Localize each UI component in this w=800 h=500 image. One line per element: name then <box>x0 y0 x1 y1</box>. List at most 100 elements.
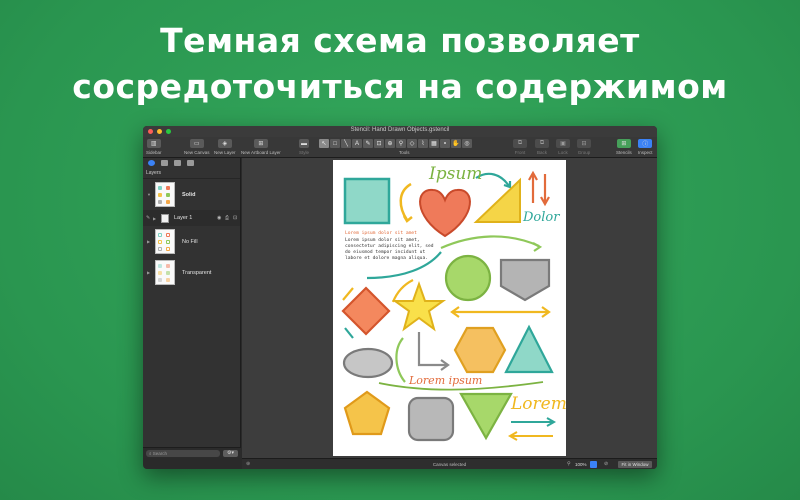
new-layer-button[interactable]: ◈ New Layer <box>214 139 236 155</box>
front-button[interactable]: ⧉ Front <box>513 139 527 155</box>
green-down-triangle-shape <box>459 392 513 441</box>
headline-line-2: сосредоточиться на содержимом <box>72 67 728 106</box>
app-window: Stencil: Hand Drawn Objects.gstencil ▥ S… <box>143 126 657 469</box>
canvas-thumbnail <box>155 229 175 254</box>
back-label: Back <box>536 150 547 155</box>
sidebar-toggle[interactable]: ▥ Sidebar <box>146 139 162 155</box>
style-brush-tool-icon[interactable]: ▦ <box>429 139 439 148</box>
zoom-icon: ⚲ <box>567 461 571 467</box>
title-bar: Stencil: Hand Drawn Objects.gstencil <box>143 126 657 137</box>
send-back-icon: ⧉ <box>535 139 549 148</box>
print-icon[interactable]: ⎙ <box>225 215 229 221</box>
canvas-area[interactable]: Ipsum Dolor Lorem ipsum dolor sit amet L… <box>242 158 657 458</box>
layer-row-layer-1[interactable]: ✎ ▶ Layer 1 ◉ ⎙ ⊡ <box>143 210 240 226</box>
grey-ellipse-shape <box>342 347 394 379</box>
line-tool-icon[interactable]: ╲ <box>341 139 351 148</box>
orange-diamond-shape <box>341 286 391 336</box>
browse-tool-icon[interactable]: ◎ <box>462 139 472 148</box>
add-action-button[interactable]: ⚙▾ <box>223 450 238 457</box>
rubber-stamp-tool-icon[interactable]: ⚲ <box>396 139 406 148</box>
list-tab-icon[interactable] <box>174 160 181 166</box>
magnet-tool-icon[interactable]: ⊕ <box>385 139 395 148</box>
shape-tool-icon[interactable]: □ <box>330 139 340 148</box>
headline: Темная схема позволяет сосредоточиться н… <box>0 18 800 110</box>
new-canvas-label: New Canvas <box>184 150 210 155</box>
bring-front-icon: ⧉ <box>513 139 527 148</box>
arrow-head <box>402 215 413 223</box>
text-tool-icon[interactable]: A <box>352 139 362 148</box>
toolbar: ▥ Sidebar ▭ New Canvas ◈ New Layer ⊞ New… <box>143 137 657 158</box>
inspect-button[interactable]: ⓘ Inspect <box>638 139 653 155</box>
yellow-pentagon-shape <box>343 390 391 436</box>
brush-tool-icon[interactable]: ⌇ <box>418 139 428 148</box>
sidebar-icon: ▥ <box>146 139 161 148</box>
lock-button[interactable]: ▣ Lock <box>556 139 570 155</box>
diagram-tool-icon[interactable]: ⊡ <box>374 139 384 148</box>
stencils-button[interactable]: ⊞ Stencils <box>616 139 632 155</box>
disclosure-triangle-icon[interactable]: ▶ <box>147 239 150 244</box>
search-icon: ⌕ <box>149 451 152 456</box>
green-curved-arrow <box>440 235 540 250</box>
sidebar: Layers ▼ Solid ✎ ▶ Layer 1 ◉ ⎙ ⊡ ▶ No Fi… <box>143 158 241 458</box>
status-bar: ⊕ Canvas selected ⚲ 100% ⊘ Fit in Window <box>242 458 657 469</box>
new-artboard-layer-icon: ⊞ <box>253 139 268 148</box>
headline-line-1: Темная схема позволяет <box>160 21 640 60</box>
front-label: Front <box>514 150 526 155</box>
zoom-level[interactable]: 100% <box>575 462 587 467</box>
visibility-eye-icon[interactable]: ◉ <box>217 215 221 221</box>
lorem-handwritten-label: Lorem <box>511 394 567 414</box>
canvases-tab-icon[interactable] <box>148 160 155 166</box>
outline-tab-icon[interactable] <box>161 160 168 166</box>
layer-name: No Fill <box>182 238 198 245</box>
zoom-stepper[interactable] <box>590 461 597 468</box>
search-field[interactable]: ⌕ Search <box>146 450 220 457</box>
teal-triangle-shape <box>504 324 554 374</box>
stencils-label: Stencils <box>616 150 632 155</box>
window-title: Stencil: Hand Drawn Objects.gstencil <box>350 127 450 133</box>
search-placeholder: Search <box>152 451 168 456</box>
canvas-thumbnail <box>155 182 175 207</box>
green-circle-shape <box>444 254 492 302</box>
disclosure-triangle-icon[interactable]: ▼ <box>147 192 151 197</box>
canvas-page[interactable]: Ipsum Dolor Lorem ipsum dolor sit amet L… <box>333 160 567 456</box>
green-curved-arrow <box>395 337 406 383</box>
disclosure-triangle-icon[interactable]: ▶ <box>147 270 150 275</box>
new-canvas-icon: ▭ <box>189 139 204 148</box>
yellow-arrow <box>342 287 354 301</box>
point-editor-tool-icon[interactable]: ◇ <box>407 139 417 148</box>
new-layer-label: New Layer <box>214 150 236 155</box>
info-icon: ⓘ <box>638 139 653 148</box>
new-artboard-layer-button[interactable]: ⊞ New Artboard Layer <box>241 139 281 155</box>
layer-thumbnail <box>161 213 169 223</box>
sidebar-tabs <box>143 158 240 168</box>
disclosure-triangle-icon[interactable]: ▶ <box>153 216 156 221</box>
selection-tool-icon[interactable]: ↖ <box>319 139 329 148</box>
lock-zoom-icon[interactable]: ⊘ <box>604 461 608 467</box>
new-layer-icon: ◈ <box>217 139 232 148</box>
hand-tool-icon[interactable]: ✋ <box>451 139 461 148</box>
document-tab-icon[interactable] <box>187 160 194 166</box>
back-button[interactable]: ⧉ Back <box>535 139 549 155</box>
layer-row-no-fill[interactable]: ▶ No Fill <box>143 226 240 257</box>
pen-tool-icon[interactable]: ✎ <box>363 139 373 148</box>
new-artboard-layer-label: New Artboard Layer <box>241 150 281 155</box>
layer-row-transparent[interactable]: ▶ Transparent <box>143 257 240 288</box>
arrow-head <box>532 242 543 252</box>
style-label: Style <box>299 150 310 155</box>
group-button[interactable]: ⊟ Group <box>577 139 591 155</box>
zoom-tool-icon[interactable]: ⚬ <box>440 139 450 148</box>
canvas-thumbnail <box>155 260 175 285</box>
yellow-curved-arrow <box>391 279 414 303</box>
tools-palette: ↖ □ ╲ A ✎ ⊡ ⊕ ⚲ ◇ ⌇ ▦ ⚬ ✋ ◎ <box>319 139 472 148</box>
layer-name: Layer 1 <box>174 215 193 221</box>
yellow-triangle-shape <box>473 177 521 223</box>
lock-layer-icon[interactable]: ⊡ <box>233 215 237 221</box>
sidebar-footer: ⌕ Search ⚙▾ <box>143 447 241 458</box>
layer-name: Solid <box>182 191 196 198</box>
new-canvas-button[interactable]: ▭ New Canvas <box>184 139 210 155</box>
grey-pentagon-shape <box>499 258 551 302</box>
sidebar-toggle-label: Sidebar <box>146 150 162 155</box>
layer-row-solid[interactable]: ▼ Solid <box>143 179 240 210</box>
fit-in-window-button[interactable]: Fit in Window <box>618 461 652 468</box>
style-button[interactable]: ▬ Style <box>299 139 309 155</box>
